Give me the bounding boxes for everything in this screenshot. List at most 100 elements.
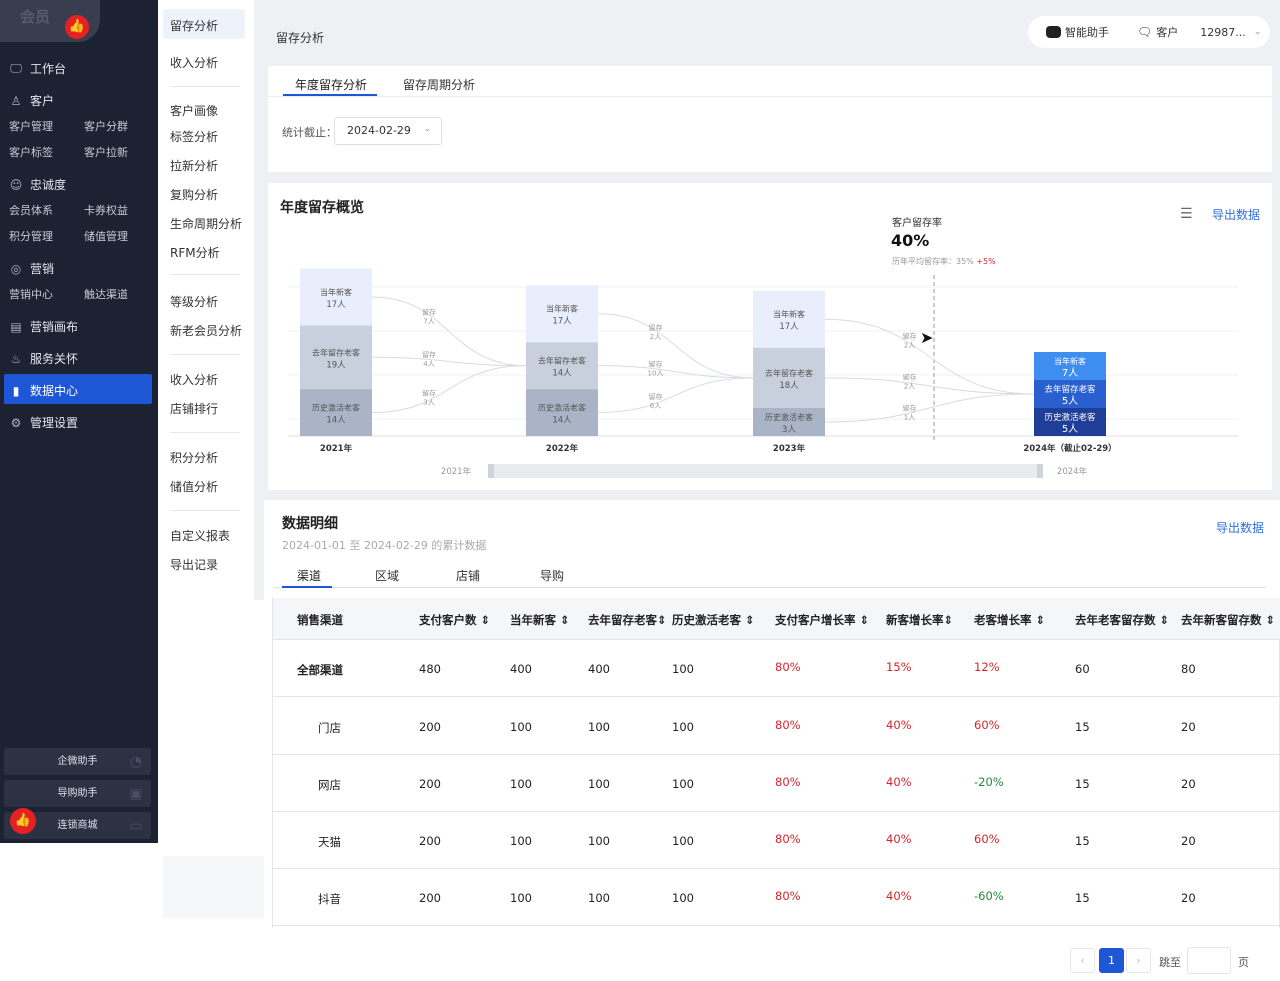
submenu-income[interactable]: 收入分析 [170,54,218,71]
monitor-icon: 🖵 [10,61,22,75]
next-page-button[interactable]: › [1126,948,1151,973]
col-paying-growth[interactable]: 支付客户增长率 ⇕ [775,612,869,628]
page-suffix: 页 [1238,956,1249,969]
submenu-level[interactable]: 等级分析 [170,293,218,310]
table-cell: -20% [974,775,1004,789]
assistant-button[interactable]: 智能助手 [1046,24,1109,40]
submenu-custom-report[interactable]: 自定义报表 [170,527,230,544]
sidebar-item-label: 管理设置 [30,416,79,430]
sidebar-sub-points[interactable]: 积分管理 [9,228,53,244]
table-cell: 100 [672,720,694,734]
button-label: 企微助手 [57,756,98,767]
table-cell: 100 [588,891,610,905]
submenu-rfm[interactable]: RFM分析 [170,244,220,261]
submenu-stored-value[interactable]: 储值分析 [170,478,218,495]
detail-card: 数据明细 2024-01-01 至 2024-02-29 的累计数据 导出数据 … [264,500,1280,600]
submenu-store-rank[interactable]: 店铺排行 [170,400,218,417]
detail-export-link[interactable]: 导出数据 [1216,519,1264,536]
flow-line [371,365,527,414]
page-1-button[interactable]: 1 [1099,948,1124,973]
col-label: 去年老客留存数 [1075,613,1156,627]
col-reactivated-old[interactable]: 历史激活老客 ⇕ [672,612,755,628]
sidebar-sub-reach-channel[interactable]: 触达渠道 [84,286,128,302]
col-retained-old[interactable]: 去年留存老客⇕ [588,612,667,628]
table-cell: 全部渠道 [297,663,343,677]
submenu-acquisition[interactable]: 拉新分析 [170,157,218,174]
table-cell: 门店 [318,721,341,735]
tab-yearly-retention[interactable]: 年度留存分析 [295,76,367,93]
wecom-assistant-button[interactable]: 企微助手 ◔ [4,748,151,775]
col-new-customers[interactable]: 当年新客 ⇕ [510,612,570,628]
guide-assistant-button[interactable]: 导购助手 ▣ [4,780,151,807]
col-old-growth[interactable]: 老客增长率 ⇕ [974,612,1045,628]
sidebar-item-care[interactable]: ♨ 服务关怀 [9,350,78,367]
sidebar-sub-customer-tag[interactable]: 客户标签 [9,144,53,160]
submenu-points[interactable]: 积分分析 [170,449,218,466]
chat-icon: 🗨 [1137,25,1153,39]
button-label: 导购助手 [57,788,98,799]
sidebar-sub-customer-manage[interactable]: 客户管理 [9,118,53,134]
sidebar-sub-coupons[interactable]: 卡券权益 [84,202,128,218]
table-cell: 60 [1075,662,1090,676]
sidebar-item-customer[interactable]: ♙ 客户 [9,92,54,109]
sidebar-item-marketing[interactable]: ◎ 营销 [9,260,54,277]
col-new-retained-count[interactable]: 去年新客留存数 ⇕ [1181,612,1275,628]
account-menu[interactable]: 12987... ⌄ [1200,26,1261,39]
flow-label: 留存 [422,308,436,317]
table-cell: 40% [886,718,912,732]
col-old-retained-count[interactable]: 去年老客留存数 ⇕ [1075,612,1169,628]
tab-cycle-retention[interactable]: 留存周期分析 [403,76,475,93]
col-label: 去年新客留存数 [1181,613,1262,627]
sidebar-item-data-center[interactable]: ▮ 数据中心 [9,382,78,399]
col-paying-customers[interactable]: 支付客户数 ⇕ [419,612,490,628]
bar-series-label: 历史激活老客 [538,403,586,413]
tab-guide[interactable]: 导购 [540,567,564,584]
sidebar-sub-customer-segment[interactable]: 客户分群 [84,118,128,134]
divider [170,510,240,511]
flow-line [597,377,754,414]
submenu-tag-analysis[interactable]: 标签分析 [170,128,218,145]
sidebar-item-settings[interactable]: ⚙ 管理设置 [9,414,78,431]
sidebar-sub-customer-acquire[interactable]: 客户拉新 [84,144,128,160]
sidebar-sub-stored-value[interactable]: 储值管理 [84,228,128,244]
jump-page-input[interactable] [1187,947,1231,974]
bar-value-label: 14人 [552,369,572,379]
sort-icon: ⇕ [943,613,954,627]
button-label: 连锁商城 [57,820,98,831]
submenu-retention[interactable]: 留存分析 [170,17,218,34]
prev-page-button[interactable]: ‹ [1070,948,1095,973]
table-cell: 15 [1075,834,1090,848]
table-cell: 200 [419,834,441,848]
sidebar-item-loyalty[interactable]: ☺ 忠诚度 [9,176,66,193]
submenu-income-2[interactable]: 收入分析 [170,371,218,388]
customer-button[interactable]: 🗨 客户 [1137,24,1178,40]
table-cell: 20 [1181,834,1196,848]
sidebar-sub-marketing-center[interactable]: 营销中心 [9,286,53,302]
sidebar-sub-membership[interactable]: 会员体系 [9,202,53,218]
table-cell: 80% [775,775,801,789]
sidebar-item-canvas[interactable]: ▤ 营销画布 [9,318,78,335]
table-cell: 15 [1075,891,1090,905]
submenu-export-record[interactable]: 导出记录 [170,556,218,573]
date-select[interactable]: 2024-02-29 ⌄ [334,117,442,145]
bar-series-label: 去年留存老客 [1044,384,1096,395]
robot-icon [1046,26,1061,38]
submenu-new-old-member[interactable]: 新老会员分析 [170,322,242,339]
detail-subtitle: 2024-01-01 至 2024-02-29 的累计数据 [282,539,487,552]
sort-icon: ⇕ [480,613,491,627]
bar-series-label: 当年新客 [773,309,805,319]
sidebar-item-workbench[interactable]: 🖵 工作台 [9,60,66,77]
tab-store[interactable]: 店铺 [456,567,480,584]
tab-channel[interactable]: 渠道 [297,567,321,584]
submenu-lifecycle[interactable]: 生命周期分析 [170,215,242,232]
col-channel: 销售渠道 [297,613,343,627]
submenu-repurchase[interactable]: 复购分析 [170,186,218,203]
bar-series-label: 历史激活老客 [765,412,813,422]
table-cell: 60% [974,832,1000,846]
sort-icon: ⇕ [657,613,667,627]
col-new-growth[interactable]: 新客增长率⇕ [886,612,953,628]
chevron-down-icon: ⌄ [423,124,431,134]
submenu-profile[interactable]: 客户画像 [170,102,218,119]
bar-value-label: 17人 [552,317,572,327]
tab-region[interactable]: 区域 [375,567,399,584]
